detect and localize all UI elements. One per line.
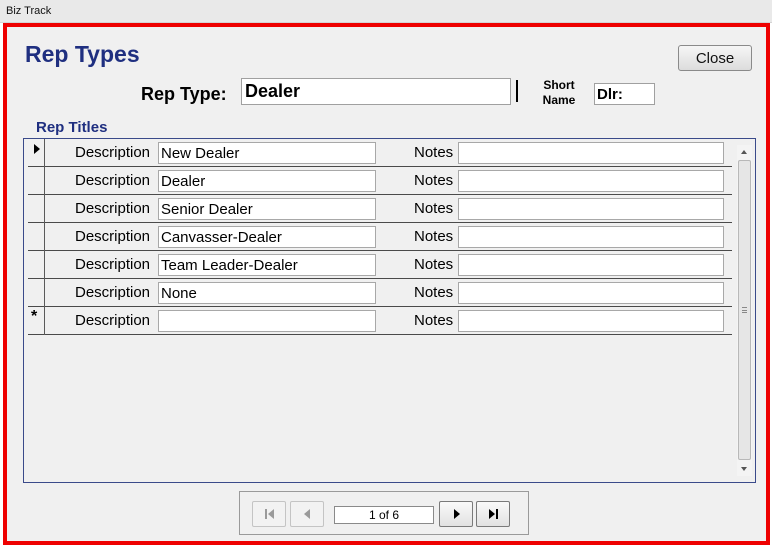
vertical-scrollbar[interactable] xyxy=(737,145,752,476)
first-record-icon xyxy=(253,502,285,526)
rep-type-label: Rep Type: xyxy=(141,84,227,104)
scroll-up-icon[interactable] xyxy=(741,150,747,154)
table-row: Description Canvasser-Dealer Notes xyxy=(28,223,732,251)
window-titlebar: Biz Track xyxy=(0,0,772,23)
description-label: Description xyxy=(75,256,151,273)
notes-label: Notes xyxy=(414,284,454,301)
form-frame: Rep Types Close Rep Type: Dealer Short N… xyxy=(3,23,770,545)
record-selector[interactable]: * xyxy=(28,307,45,335)
description-field[interactable]: None xyxy=(158,282,376,304)
table-row: Description New Dealer Notes xyxy=(28,139,732,167)
record-selector-current-icon xyxy=(34,144,40,154)
description-field[interactable] xyxy=(158,310,376,332)
description-label: Description xyxy=(75,312,151,329)
rep-type-field[interactable]: Dealer xyxy=(241,78,511,105)
rep-titles-subform: Description New Dealer Notes Description… xyxy=(23,138,756,483)
description-field[interactable]: Dealer xyxy=(158,170,376,192)
table-row: Description Team Leader-Dealer Notes xyxy=(28,251,732,279)
first-record-button[interactable] xyxy=(252,501,286,527)
window-title: Biz Track xyxy=(6,5,52,17)
notes-label: Notes xyxy=(414,172,454,189)
description-field[interactable]: Senior Dealer xyxy=(158,198,376,220)
description-label: Description xyxy=(75,284,151,301)
scrollbar-thumb[interactable] xyxy=(738,160,751,460)
notes-field[interactable] xyxy=(458,198,724,220)
previous-record-button[interactable] xyxy=(290,501,324,527)
notes-label: Notes xyxy=(414,256,454,273)
table-row: Description Dealer Notes xyxy=(28,167,732,195)
new-record-asterisk-icon: * xyxy=(31,308,38,325)
notes-label: Notes xyxy=(414,144,454,161)
description-field[interactable]: Team Leader-Dealer xyxy=(158,254,376,276)
record-selector[interactable] xyxy=(28,223,45,251)
close-button[interactable]: Close xyxy=(678,45,752,71)
notes-field[interactable] xyxy=(458,254,724,276)
notes-label: Notes xyxy=(414,228,454,245)
table-row: Description Senior Dealer Notes xyxy=(28,195,732,223)
notes-field[interactable] xyxy=(458,142,724,164)
next-record-button[interactable] xyxy=(439,501,473,527)
previous-record-icon xyxy=(291,502,323,526)
description-label: Description xyxy=(75,144,151,161)
record-selector[interactable] xyxy=(28,139,45,167)
record-selector[interactable] xyxy=(28,195,45,223)
record-number-field[interactable]: 1 of 6 xyxy=(334,506,434,524)
short-name-label: Short Name xyxy=(542,78,576,107)
description-label: Description xyxy=(75,172,151,189)
description-label: Description xyxy=(75,200,151,217)
notes-field[interactable] xyxy=(458,170,724,192)
record-selector[interactable] xyxy=(28,167,45,195)
page-title: Rep Types xyxy=(25,41,140,67)
record-navigation-bar: 1 of 6 xyxy=(239,491,529,535)
short-name-field[interactable]: Dlr: xyxy=(594,83,655,105)
notes-label: Notes xyxy=(414,200,454,217)
notes-field[interactable] xyxy=(458,282,724,304)
last-record-button[interactable] xyxy=(476,501,510,527)
description-field[interactable]: Canvasser-Dealer xyxy=(158,226,376,248)
field-divider xyxy=(516,80,518,102)
rep-titles-label: Rep Titles xyxy=(36,119,108,136)
record-selector[interactable] xyxy=(28,251,45,279)
notes-field[interactable] xyxy=(458,226,724,248)
next-record-icon xyxy=(440,502,472,526)
notes-label: Notes xyxy=(414,312,454,329)
description-field[interactable]: New Dealer xyxy=(158,142,376,164)
scroll-grip-icon xyxy=(742,307,747,313)
notes-field[interactable] xyxy=(458,310,724,332)
scroll-down-icon[interactable] xyxy=(741,467,747,471)
record-selector[interactable] xyxy=(28,279,45,307)
new-record-row: * Description Notes xyxy=(28,307,732,335)
last-record-icon xyxy=(477,502,509,526)
description-label: Description xyxy=(75,228,151,245)
table-row: Description None Notes xyxy=(28,279,732,307)
